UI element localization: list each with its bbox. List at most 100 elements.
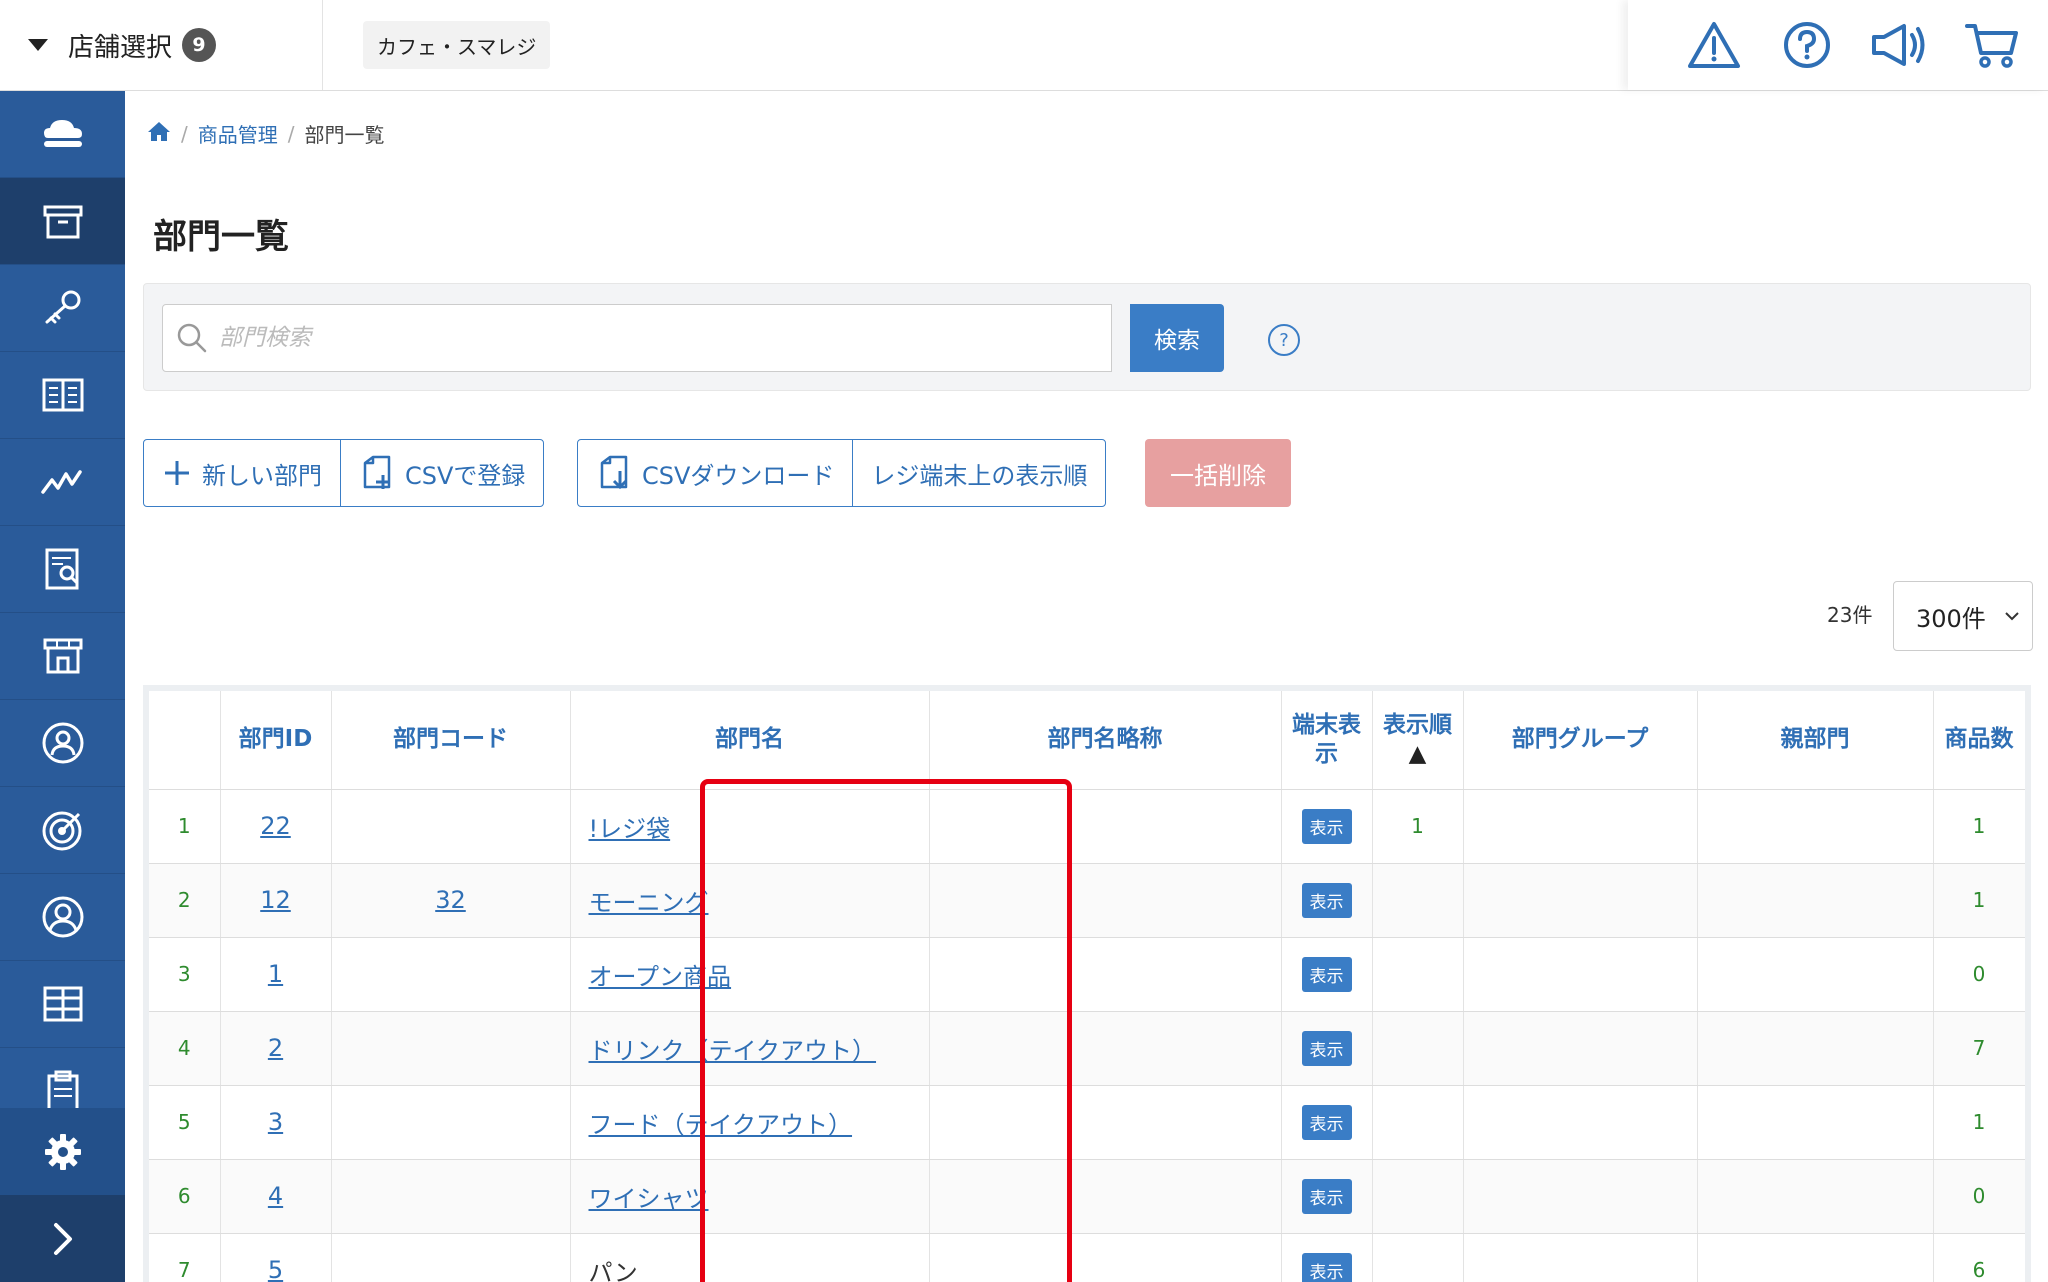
warning-icon[interactable] xyxy=(1684,15,1744,75)
header-product-count[interactable]: 商品数 xyxy=(1933,691,2025,790)
help-icon[interactable] xyxy=(1777,15,1837,75)
product-count-cell: 0 xyxy=(1933,1159,2025,1234)
dept-group-cell xyxy=(1463,789,1698,864)
header-dept-id[interactable]: 部門ID xyxy=(220,691,332,790)
dept-id-link[interactable]: 1 xyxy=(220,937,332,1012)
bulk-delete-button[interactable]: 一括削除 xyxy=(1145,439,1291,507)
customer-icon xyxy=(42,896,83,938)
current-store-name[interactable]: カフェ・スマレジ xyxy=(363,21,551,69)
analytics-icon xyxy=(40,470,82,494)
csv-download-button[interactable]: CSVダウンロード xyxy=(578,440,854,506)
dept-code-link[interactable] xyxy=(331,1085,571,1160)
header-parent-dept[interactable]: 親部門 xyxy=(1697,691,1934,790)
register-display-order-button[interactable]: レジ端末上の表示順 xyxy=(853,440,1105,506)
dept-name-link[interactable]: パン xyxy=(570,1233,930,1282)
dept-code-link[interactable]: 32 xyxy=(331,863,571,938)
sidebar-item-customers[interactable] xyxy=(0,874,125,961)
sidebar-item-grid[interactable] xyxy=(0,961,125,1048)
dept-id-link[interactable]: 5 xyxy=(220,1233,332,1282)
breadcrumb-products[interactable]: 商品管理 xyxy=(198,119,278,148)
display-order-cell xyxy=(1372,1011,1464,1086)
sidebar-settings[interactable] xyxy=(0,1108,125,1195)
dept-name-link[interactable]: オープン商品 xyxy=(570,937,930,1012)
sidebar-logo[interactable] xyxy=(0,91,125,178)
dept-name-link[interactable]: フード（テイクアウト） xyxy=(570,1085,930,1160)
file-add-icon xyxy=(363,455,391,489)
display-badge: 表示 xyxy=(1301,1252,1352,1282)
row-number: 1 xyxy=(149,789,221,864)
sidebar-item-targets[interactable] xyxy=(0,787,125,874)
display-order-cell: 1 xyxy=(1372,789,1464,864)
display-badge: 表示 xyxy=(1301,1104,1352,1140)
dept-code-link[interactable] xyxy=(331,937,571,1012)
store-select-label: 店舗選択 xyxy=(68,32,173,63)
dept-code-link[interactable] xyxy=(331,789,571,864)
product-count-cell: 0 xyxy=(1933,937,2025,1012)
terminal-display-cell: 表示 xyxy=(1281,1011,1373,1086)
display-badge: 表示 xyxy=(1301,808,1352,844)
sidebar xyxy=(0,91,125,1282)
dept-id-link[interactable]: 22 xyxy=(220,789,332,864)
dept-id-link[interactable]: 3 xyxy=(220,1085,332,1160)
parent-dept-cell xyxy=(1697,1011,1934,1086)
row-number: 3 xyxy=(149,937,221,1012)
csv-download-label: CSVダウンロード xyxy=(642,461,835,490)
breadcrumb: / 商品管理 / 部門一覧 xyxy=(147,119,385,148)
table-row: 4 2 ドリンク（テイクアウト） 表示 7 xyxy=(149,1011,2025,1086)
sidebar-item-staff[interactable] xyxy=(0,700,125,787)
dept-code-link[interactable] xyxy=(331,1233,571,1282)
header-dept-short[interactable]: 部門名略称 xyxy=(929,691,1282,790)
dept-short-cell xyxy=(929,1159,1282,1234)
home-icon[interactable] xyxy=(147,120,171,147)
table-row: 5 3 フード（テイクアウト） 表示 1 xyxy=(149,1085,2025,1160)
dept-name-link[interactable]: モーニング xyxy=(570,863,930,938)
header-dept-code[interactable]: 部門コード xyxy=(331,691,571,790)
dept-id-link[interactable]: 4 xyxy=(220,1159,332,1234)
sidebar-item-reports[interactable] xyxy=(0,526,125,613)
csv-register-button[interactable]: CSVで登録 xyxy=(341,440,543,506)
parent-dept-cell xyxy=(1697,863,1934,938)
dept-group-cell xyxy=(1463,1011,1698,1086)
top-icon-group xyxy=(1628,0,2048,90)
dept-id-link[interactable]: 12 xyxy=(220,863,332,938)
header-dept-name[interactable]: 部門名 xyxy=(570,691,930,790)
product-count-cell: 1 xyxy=(1933,863,2025,938)
display-badge: 表示 xyxy=(1301,1178,1352,1214)
sidebar-item-analytics[interactable] xyxy=(0,439,125,526)
new-department-button[interactable]: 新しい部門 xyxy=(144,440,341,506)
header-dept-group[interactable]: 部門グループ xyxy=(1463,691,1698,790)
search-button[interactable]: 検索 xyxy=(1130,304,1224,372)
sidebar-item-key[interactable] xyxy=(0,265,125,352)
parent-dept-cell xyxy=(1697,1085,1934,1160)
sidebar-item-stores[interactable] xyxy=(0,613,125,700)
store-select-dropdown[interactable]: 店舗選択 9 xyxy=(0,0,323,90)
ledger-icon xyxy=(42,378,83,412)
search-input[interactable] xyxy=(219,325,1069,351)
row-number: 2 xyxy=(149,863,221,938)
table-row: 2 12 32 モーニング 表示 1 xyxy=(149,863,2025,938)
display-order-cell xyxy=(1372,1085,1464,1160)
sort-ascending-icon: ▲ xyxy=(1408,740,1427,767)
store-icon xyxy=(43,638,82,674)
sidebar-item-ledger[interactable] xyxy=(0,352,125,439)
dept-id-link[interactable]: 2 xyxy=(220,1011,332,1086)
dept-code-link[interactable] xyxy=(331,1011,571,1086)
sidebar-item-products[interactable] xyxy=(0,178,125,265)
dept-short-cell xyxy=(929,1233,1282,1282)
row-number: 6 xyxy=(149,1159,221,1234)
sidebar-expand[interactable] xyxy=(0,1195,125,1282)
header-terminal-display[interactable]: 端末表示 xyxy=(1281,691,1373,790)
search-help-icon[interactable]: ? xyxy=(1268,324,1300,356)
dept-code-link[interactable] xyxy=(331,1159,571,1234)
dept-name-link[interactable]: ワイシャツ xyxy=(570,1159,930,1234)
product-count-cell: 1 xyxy=(1933,789,2025,864)
dept-name-link[interactable]: ドリンク（テイクアウト） xyxy=(570,1011,930,1086)
cloud-logo-icon xyxy=(43,120,82,147)
target-icon xyxy=(42,811,81,851)
search-field[interactable] xyxy=(162,304,1112,372)
dept-name-link[interactable]: !レジ袋 xyxy=(570,789,930,864)
megaphone-icon[interactable] xyxy=(1869,15,1929,75)
per-page-select[interactable]: 300件 xyxy=(1893,581,2033,651)
cart-icon[interactable] xyxy=(1962,15,2022,75)
header-display-order[interactable]: 表示順 ▲ xyxy=(1372,691,1464,790)
